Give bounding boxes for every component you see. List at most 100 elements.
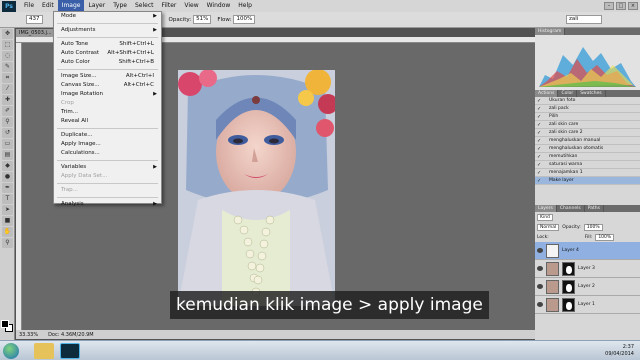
action-item[interactable]: menghaluskan otomatis [535,145,640,153]
menu-shortcut: Alt+Ctrl+I [125,73,154,79]
zoom-tool-icon[interactable]: ⚲ [2,238,13,248]
menu-item-reveal-all[interactable]: Reveal All [54,117,161,126]
history-brush-tool-icon[interactable]: ↺ [2,128,13,138]
photoshop-taskbar-icon[interactable] [60,343,80,359]
minimize-icon[interactable]: – [604,2,614,10]
menu-divider [57,37,158,38]
layer-row[interactable]: Layer 3 [535,260,640,278]
menu-item-calculations[interactable]: Calculations... [54,149,161,158]
healing-tool-icon[interactable]: ✚ [2,95,13,105]
action-item[interactable]: memutihkan [535,153,640,161]
action-item[interactable]: Ukuran foto [535,97,640,105]
eye-icon[interactable] [537,248,543,253]
fill-field[interactable]: 100% [595,233,615,241]
action-item[interactable]: zali pack [535,105,640,113]
file-explorer-icon[interactable] [34,343,54,359]
action-item[interactable]: zali skin care 2 [535,129,640,137]
dodge-tool-icon[interactable]: ● [2,172,13,182]
fill-label: Fill: [584,234,593,240]
tab-swatches[interactable]: Swatches [577,90,606,97]
eyedropper-tool-icon[interactable]: ⁄ [2,84,13,94]
menu-item-auto-tone[interactable]: Auto Tone Shift+Ctrl+L [54,40,161,49]
flow-label: Flow: [217,16,232,23]
action-item[interactable]: menajamkan 1 [535,169,640,177]
lasso-tool-icon[interactable]: ◌ [2,51,13,61]
gradient-tool-icon[interactable]: ▤ [2,150,13,160]
close-icon[interactable]: × [628,2,638,10]
start-button-icon[interactable] [3,343,19,359]
hand-tool-icon[interactable]: ✋ [2,227,13,237]
menu-item-apply-image[interactable]: Apply Image... [54,140,161,149]
layer-row[interactable]: Layer 2 [535,278,640,296]
maximize-icon[interactable]: □ [616,2,626,10]
foreground-color-swatch[interactable] [1,320,9,328]
menu-window[interactable]: Window [203,0,235,12]
layer-name: Layer 2 [578,284,595,289]
system-clock[interactable]: 2:37 09/04/2014 [605,344,634,358]
menu-item-trim[interactable]: Trim... [54,108,161,117]
menu-item-auto-color[interactable]: Auto Color Shift+Ctrl+B [54,58,161,67]
tab-color[interactable]: Color [558,90,578,97]
menu-item-canvas-size[interactable]: Canvas Size... Alt+Ctrl+C [54,81,161,90]
blur-tool-icon[interactable]: ◆ [2,161,13,171]
layer-kind-select[interactable]: Kind [537,213,553,221]
shape-tool-icon[interactable]: ■ [2,216,13,226]
tab-actions[interactable]: Actions [535,90,559,97]
layer-thumbnail [546,297,559,312]
type-tool-icon[interactable]: T [2,194,13,204]
menu-item-image-size[interactable]: Image Size... Alt+Ctrl+I [54,72,161,81]
menu-file[interactable]: File [20,0,38,12]
path-select-tool-icon[interactable]: ➤ [2,205,13,215]
pen-tool-icon[interactable]: ✒ [2,183,13,193]
layer-row[interactable]: Layer 1 [535,296,640,314]
menu-item-label: Analysis [61,201,84,207]
eraser-tool-icon[interactable]: ▭ [2,139,13,149]
menu-item-apply-data-set: Apply Data Set... [54,172,161,181]
menu-help[interactable]: Help [234,0,256,12]
layer-mask-thumbnail[interactable] [562,297,575,312]
layer-mask-thumbnail[interactable] [562,261,575,276]
menu-item-label: Auto Tone [61,41,89,47]
layer-row[interactable]: Layer 4 [535,242,640,260]
submenu-arrow-icon: ▶ [153,91,157,97]
menu-item-adjustments[interactable]: Adjustments ▶ [54,26,161,35]
eye-icon[interactable] [537,266,543,271]
menu-item-analysis[interactable]: Analysis ▶ [54,200,161,209]
eye-icon[interactable] [537,302,543,307]
action-item[interactable]: Pilih [535,113,640,121]
layer-mask-thumbnail[interactable] [562,279,575,294]
menu-item-label: Auto Contrast [61,50,100,56]
tab-histogram[interactable]: Histogram [535,28,566,35]
tab-channels[interactable]: Channels [557,205,585,212]
crop-tool-icon[interactable]: ⌗ [2,73,13,83]
canvas-photo[interactable] [178,70,335,306]
action-item-selected[interactable]: Make layer [535,177,640,185]
tab-paths[interactable]: Paths [585,205,604,212]
menu-item-auto-contrast[interactable]: Auto Contrast Alt+Shift+Ctrl+L [54,49,161,58]
brush-size-field[interactable]: 437 [26,15,43,24]
menu-item-duplicate[interactable]: Duplicate... [54,131,161,140]
action-item[interactable]: menghaluskan manual [535,137,640,145]
eye-icon[interactable] [537,284,543,289]
menu-item-image-rotation[interactable]: Image Rotation ▶ [54,90,161,99]
menu-view[interactable]: View [180,0,202,12]
menu-item-label: Duplicate... [61,132,93,138]
zoom-level[interactable]: 33.33% [19,332,38,338]
workspace-search-field[interactable]: zali [566,15,602,24]
photoshop-logo: Ps [2,0,16,12]
blend-mode-select[interactable]: Normal [537,223,560,231]
quick-select-tool-icon[interactable]: ✎ [2,62,13,72]
marquee-tool-icon[interactable]: ⬚ [2,40,13,50]
clone-stamp-tool-icon[interactable]: ⚲ [2,117,13,127]
move-tool-icon[interactable]: ✥ [2,29,13,39]
tab-layers[interactable]: Layers [535,205,557,212]
flow-field[interactable]: 100% [233,15,256,24]
menu-item-variables[interactable]: Variables ▶ [54,163,161,172]
brush-tool-icon[interactable]: ✐ [2,106,13,116]
opacity-field[interactable]: 51% [193,15,212,24]
action-item[interactable]: saturasi warna [535,161,640,169]
action-item[interactable]: zali skin care [535,121,640,129]
menu-divider [57,128,158,129]
layer-opacity-field[interactable]: 100% [583,223,603,231]
menu-item-mode[interactable]: Mode ▶ [54,12,161,21]
